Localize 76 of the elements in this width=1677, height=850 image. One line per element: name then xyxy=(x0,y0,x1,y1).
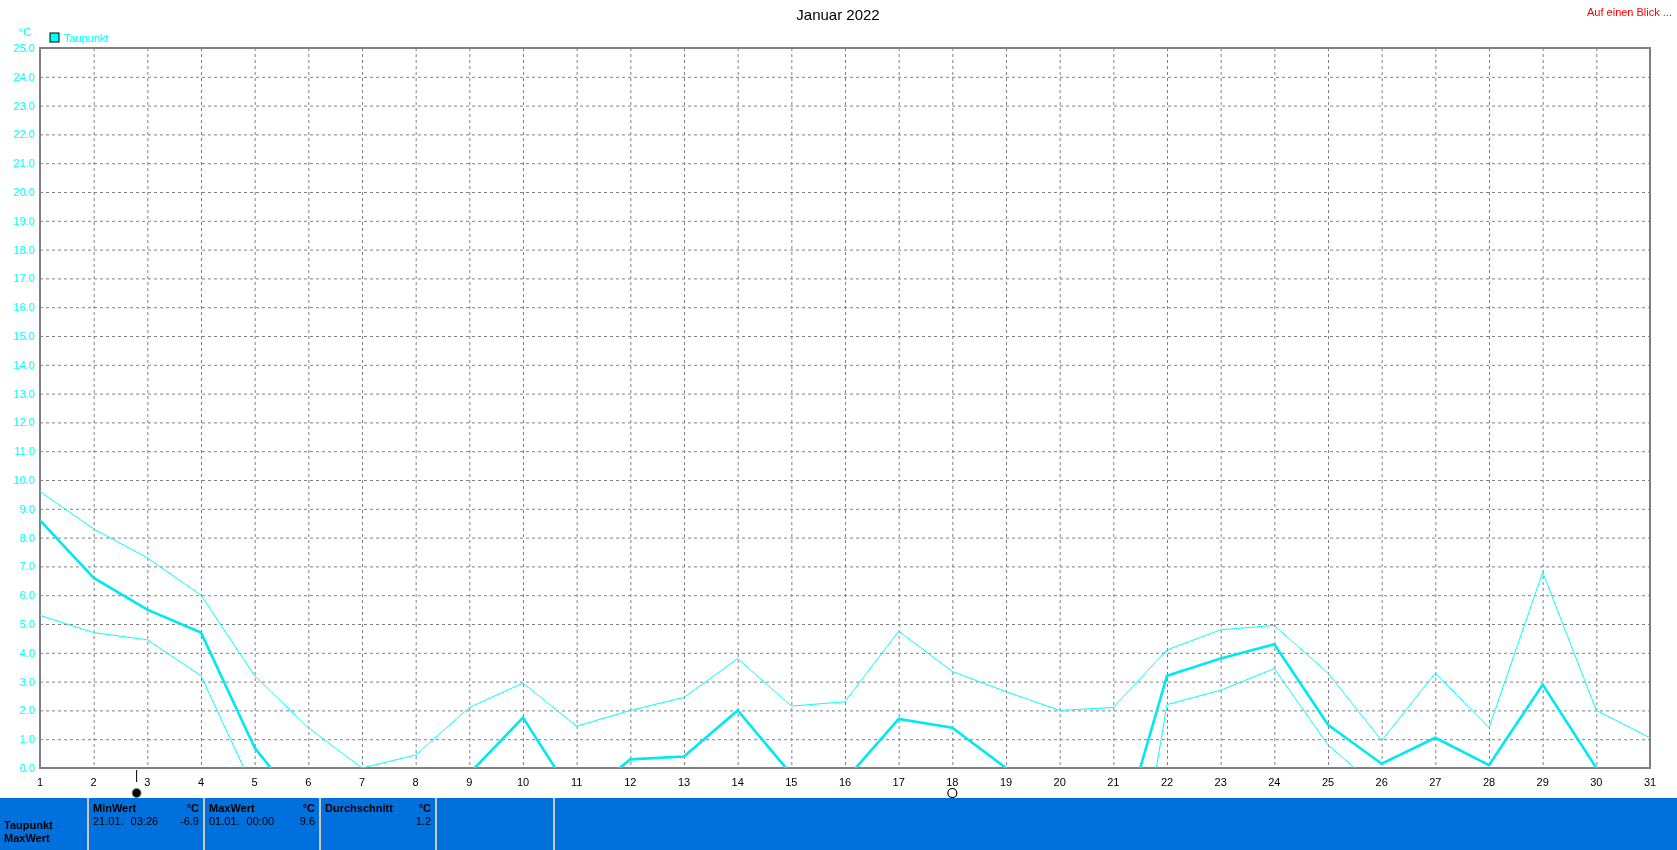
y-tick-label: 14.0 xyxy=(13,358,35,371)
x-tick-label: 9 xyxy=(466,776,473,788)
y-tick-label: 10.0 xyxy=(13,474,35,486)
column-heading: Durchschnitt xyxy=(325,802,393,815)
x-tick-label: 10 xyxy=(516,776,530,788)
x-tick-label: 4 xyxy=(197,776,205,788)
x-tick-label: 7 xyxy=(358,776,366,788)
x-tick-label: 25 xyxy=(1321,776,1335,788)
x-tick-label: 12 xyxy=(624,776,637,788)
y-tick-label: 20.0 xyxy=(13,186,35,198)
date-value: 21.01. xyxy=(93,815,124,828)
y-tick-label: 2.0 xyxy=(19,704,35,717)
x-tick-label: 5 xyxy=(251,776,258,788)
x-tick-label: 21 xyxy=(1107,776,1120,788)
row-label: MaxWert xyxy=(4,832,51,845)
x-tick-label: 6 xyxy=(305,776,312,788)
y-tick-label: 4.0 xyxy=(19,646,35,659)
y-tick-label: 3.0 xyxy=(19,675,35,688)
overview-link[interactable]: Auf einen Blick ... xyxy=(1587,6,1672,18)
stat-value: -6.9 xyxy=(180,815,199,828)
y-tick-label: 22.0 xyxy=(13,128,35,141)
x-tick-label: 29 xyxy=(1536,776,1549,788)
y-tick-label: 8.0 xyxy=(19,531,35,544)
x-tick-label: 15 xyxy=(785,776,798,788)
x-tick-label: 26 xyxy=(1375,776,1388,788)
y-tick-label: 21.0 xyxy=(13,157,35,170)
y-tick-label: 6.0 xyxy=(19,589,35,602)
x-tick-label: 19 xyxy=(999,776,1013,788)
x-tick-label: 23 xyxy=(1214,776,1227,788)
y-tick-label: 16.0 xyxy=(13,301,35,314)
y-tick-label: 0.0 xyxy=(19,762,35,774)
y-tick-label: 9.0 xyxy=(19,502,35,515)
x-tick-label: 3 xyxy=(144,776,151,788)
time-value: 00:00 xyxy=(246,815,275,828)
x-tick-label: 20 xyxy=(1053,776,1066,788)
date-value: 01.01. xyxy=(209,815,240,828)
y-tick-label: 23.0 xyxy=(13,99,35,112)
x-tick-label: 28 xyxy=(1482,776,1496,788)
x-tick-label: 24 xyxy=(1268,776,1281,788)
x-tick-label: 11 xyxy=(570,776,583,788)
x-tick-label: 18 xyxy=(946,776,959,788)
x-tick-label: 13 xyxy=(677,776,691,788)
stat-value: 1.2 xyxy=(415,815,431,828)
row-label: Taupunkt xyxy=(4,819,54,832)
y-tick-label: 1.0 xyxy=(19,733,35,746)
x-tick-label: 2 xyxy=(90,776,97,788)
y-tick-label: 13.0 xyxy=(13,387,35,400)
unit-label: °C xyxy=(302,802,315,815)
x-tick-label: 1 xyxy=(36,776,44,788)
time-value: 03:26 xyxy=(130,815,159,828)
y-tick-label: 25.0 xyxy=(13,42,35,54)
x-tick-label: 31 xyxy=(1643,776,1657,788)
legend-label: Taupunkt xyxy=(64,32,109,44)
y-tick-label: 17.0 xyxy=(13,272,35,285)
column-heading: MaxWert xyxy=(209,802,255,815)
x-tick-label: 8 xyxy=(412,776,419,788)
x-tick-label: 30 xyxy=(1590,776,1603,788)
y-tick-label: 7.0 xyxy=(19,560,35,573)
unit-label: °C xyxy=(418,802,431,815)
y-tick-label: 19.0 xyxy=(13,214,35,227)
x-tick-label: 16 xyxy=(838,776,852,788)
y-tick-label: 5.0 xyxy=(19,618,35,630)
x-tick-label: 27 xyxy=(1429,776,1442,788)
x-tick-label: 14 xyxy=(731,776,744,788)
unit-label: °C xyxy=(18,26,32,38)
x-tick-label: 17 xyxy=(892,776,905,788)
stat-value: 9.6 xyxy=(299,815,315,828)
y-tick-label: 11.0 xyxy=(14,445,35,458)
chart-title: Januar 2022 xyxy=(796,6,880,23)
x-tick-label: 22 xyxy=(1160,776,1174,788)
y-tick-label: 12.0 xyxy=(13,416,35,429)
column-heading: MinWert xyxy=(93,802,137,815)
y-tick-label: 18.0 xyxy=(13,243,35,256)
y-tick-label: 15.0 xyxy=(13,330,35,342)
unit-label: °C xyxy=(186,802,199,815)
y-tick-label: 24.0 xyxy=(13,70,35,83)
